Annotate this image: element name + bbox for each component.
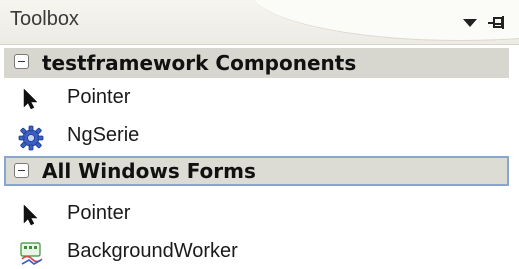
item-label: Pointer xyxy=(67,202,131,224)
toolbox-item-backgroundworker[interactable]: BackgroundWorker xyxy=(0,233,519,269)
group-header-testframework-components[interactable]: testframework Components xyxy=(4,48,509,78)
gear-component-icon xyxy=(18,125,44,151)
item-label: NgSerie xyxy=(67,124,140,146)
item-label: BackgroundWorker xyxy=(67,240,238,262)
collapse-minus-icon[interactable] xyxy=(14,54,29,69)
toolbox-window: Toolbox testframework Components Pointer… xyxy=(0,0,519,269)
toolbox-item-ngserie[interactable]: NgSerie xyxy=(0,117,519,155)
toolbox-title-bar[interactable]: Toolbox xyxy=(0,0,519,45)
toolbox-content: testframework Components Pointer NgSerie… xyxy=(0,45,519,269)
auto-hide-pin-icon[interactable] xyxy=(487,16,507,30)
toolbox-item-pointer[interactable]: Pointer xyxy=(0,195,519,233)
window-position-dropdown-icon[interactable] xyxy=(463,19,477,27)
collapse-minus-icon[interactable] xyxy=(14,163,29,178)
group-header-all-windows-forms[interactable]: All Windows Forms xyxy=(4,156,509,186)
toolbox-item-pointer[interactable]: Pointer xyxy=(0,79,519,117)
group-label: All Windows Forms xyxy=(42,159,256,183)
toolbox-title: Toolbox xyxy=(10,8,79,30)
pointer-arrow-icon xyxy=(18,87,42,111)
title-bar-controls xyxy=(463,16,507,30)
item-label: Pointer xyxy=(67,86,131,108)
group-label: testframework Components xyxy=(42,51,357,75)
background-worker-icon xyxy=(18,241,43,265)
pointer-arrow-icon xyxy=(18,203,42,227)
